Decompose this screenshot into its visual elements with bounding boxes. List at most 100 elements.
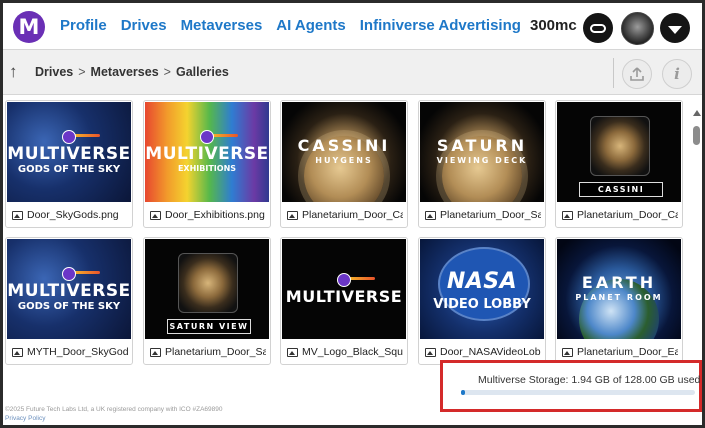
thumbnail-subtitle: VIDEO LOBBY — [433, 297, 531, 312]
file-thumbnail: MULTIVERSE — [282, 239, 406, 339]
thumbnail-subtitle: CASSINI — [579, 182, 663, 197]
file-toolbar: ↑ Drives > Metaverses > Galleries i — [3, 49, 702, 95]
thumbnail-title: EARTH — [581, 273, 657, 292]
file-thumbnail: SATURN VIEWING DECK — [420, 102, 544, 202]
file-thumbnail: MULTIVERSE EXHIBITIONS — [145, 102, 269, 202]
file-name: Planetarium_Door_Saturn_Viewing_Deck.png — [440, 209, 541, 221]
file-caption: Door_Exhibitions.png — [150, 207, 266, 223]
file-name: Door_SkyGods.png — [27, 209, 119, 221]
file-caption: MV_Logo_Black_Square.png — [287, 344, 403, 360]
file-name: Planetarium_Door_Cassini_Huygens.png — [302, 209, 403, 221]
thumbnail-title: MULTIVERSE — [7, 281, 131, 301]
file-tile[interactable]: MULTIVERSE EXHIBITIONS Door_Exhibitions.pn… — [143, 100, 271, 228]
file-tile[interactable]: SATURNVIEWING DECK Planetarium_Door_Satur… — [418, 100, 546, 228]
account-menu-button[interactable] — [660, 13, 690, 43]
vr-headset-icon — [590, 23, 606, 33]
image-file-icon — [425, 347, 436, 357]
image-file-icon — [12, 210, 23, 220]
image-file-icon — [150, 210, 161, 220]
comet-tail-icon — [74, 134, 100, 137]
thumbnail-subtitle: HUYGENS — [315, 156, 373, 165]
file-caption: Planetarium_Door_Cassini_Huygens.png — [287, 207, 403, 223]
breadcrumb-galleries[interactable]: Galleries — [176, 65, 229, 79]
nav-metaverses[interactable]: Metaverses — [181, 17, 263, 34]
comet-tail-icon — [212, 134, 238, 137]
nav-ai-agents[interactable]: AI Agents — [276, 17, 345, 34]
file-caption: Door_NASAVideoLobby.png — [425, 344, 541, 360]
file-tile[interactable]: CASSINI Planetarium_Door_Cassini.png — [555, 100, 683, 228]
image-file-icon — [12, 347, 23, 357]
credits-balance: 300mc — [530, 17, 577, 34]
breadcrumb-separator: > — [163, 65, 171, 79]
scrollbar-thumb[interactable] — [693, 126, 700, 145]
thumbnail-title: SATURN — [436, 136, 528, 155]
breadcrumb-drives[interactable]: Drives — [35, 65, 73, 79]
image-file-icon — [562, 347, 573, 357]
comet-logo-icon — [62, 130, 76, 144]
thumbnail-subtitle: SATURN VIEW — [167, 319, 251, 334]
image-file-icon — [150, 347, 161, 357]
multiverse-logo[interactable]: M — [13, 11, 45, 43]
file-tile[interactable]: NASA VIDEO LOBBY Door_NASAVideoLobby.png — [418, 237, 546, 365]
thumbnail-title: MULTIVERSE — [145, 144, 269, 164]
comet-tail-icon — [349, 277, 375, 280]
file-name: Planetarium_Door_Saturn_View.png — [165, 346, 266, 358]
thumbnail-title: MULTIVERSE — [285, 287, 403, 306]
nav-infiniverse-advertising[interactable]: Infiniverse Advertising — [360, 17, 521, 34]
file-tile[interactable]: SATURN VIEW Planetarium_Door_Saturn_View.… — [143, 237, 271, 365]
upload-button[interactable] — [622, 59, 652, 89]
thumbnail-subtitle: GODS OF THE SKY — [17, 301, 121, 312]
chevron-down-icon — [668, 25, 682, 34]
image-file-icon — [287, 210, 298, 220]
thumbnail-subtitle: GODS OF THE SKY — [17, 164, 121, 175]
file-name: MV_Logo_Black_Square.png — [302, 346, 403, 358]
storage-progress-track — [461, 390, 695, 395]
thumbnail-subtitle: VIEWING DECK — [436, 156, 528, 165]
user-avatar[interactable] — [621, 12, 654, 45]
file-name: Planetarium_Door_Earth_Planet_Room.png — [577, 346, 678, 358]
file-thumbnail: EARTH PLANET ROOM — [557, 239, 681, 339]
thumbnail-title: MULTIVERSE — [7, 144, 131, 164]
file-tile[interactable]: EARTHPLANET ROOM Planetarium_Door_Earth_P… — [555, 237, 683, 365]
file-thumbnail: CASSINI HUYGENS — [282, 102, 406, 202]
file-grid: MULTIVERSE GODS OF THE SKY Door_SkyGods.pn… — [3, 95, 702, 401]
file-thumbnail: NASA VIDEO LOBBY — [420, 239, 544, 339]
file-name: MYTH_Door_SkyGods.png — [27, 346, 128, 358]
breadcrumb-metaverses[interactable]: Metaverses — [91, 65, 159, 79]
scroll-up-arrow-icon[interactable] — [693, 110, 701, 116]
thumbnail-subtitle: PLANET ROOM — [575, 293, 663, 302]
copyright-text: ©2025 Future Tech Labs Ltd, a UK registe… — [5, 406, 223, 413]
file-thumbnail: CASSINI — [557, 102, 681, 202]
file-thumbnail: SATURN VIEW — [145, 239, 269, 339]
file-caption: Planetarium_Door_Saturn_Viewing_Deck.png — [425, 207, 541, 223]
legal-text: ©2025 Future Tech Labs Ltd, a UK registe… — [5, 405, 222, 423]
file-thumbnail: MULTIVERSE GODS OF THE SKY — [7, 102, 131, 202]
thumbnail-title: CASSINI — [297, 136, 391, 155]
toolbar-divider — [613, 58, 614, 88]
image-file-icon — [287, 347, 298, 357]
storage-usage-panel: Multiverse Storage: 1.94 GB of 128.00 GB… — [440, 360, 702, 412]
scrollbar[interactable] — [692, 110, 702, 380]
planet-graphic — [178, 253, 238, 313]
nav-profile[interactable]: Profile — [60, 17, 107, 34]
file-tile[interactable]: CASSINIHUYGENS Planetarium_Door_Cassini_H… — [280, 100, 408, 228]
file-tile[interactable]: MULTIVERSE GODS OF THE SKY MYTH_Door_SkyGo… — [5, 237, 133, 365]
image-file-icon — [562, 210, 573, 220]
vr-headset-button[interactable] — [583, 13, 613, 43]
file-caption: Planetarium_Door_Cassini.png — [562, 207, 678, 223]
file-tile[interactable]: MULTIVERSE GODS OF THE SKY Door_SkyGods.pn… — [5, 100, 133, 228]
storage-progress-fill — [461, 390, 465, 395]
privacy-policy-link[interactable]: Privacy Policy — [5, 414, 222, 423]
file-name: Door_Exhibitions.png — [165, 209, 265, 221]
file-thumbnail: MULTIVERSE GODS OF THE SKY — [7, 239, 131, 339]
main-nav: Profile Drives Metaverses AI Agents Infi… — [60, 17, 521, 34]
info-button[interactable]: i — [662, 59, 692, 89]
upload-icon — [630, 67, 644, 81]
top-header: M Profile Drives Metaverses AI Agents In… — [3, 3, 702, 49]
nav-drives[interactable]: Drives — [121, 17, 167, 34]
arrow-up-icon[interactable]: ↑ — [9, 62, 18, 82]
file-caption: Door_SkyGods.png — [12, 207, 128, 223]
file-tile[interactable]: MULTIVERSE MV_Logo_Black_Square.png — [280, 237, 408, 365]
comet-logo-icon — [62, 267, 76, 281]
comet-logo-icon — [200, 130, 214, 144]
